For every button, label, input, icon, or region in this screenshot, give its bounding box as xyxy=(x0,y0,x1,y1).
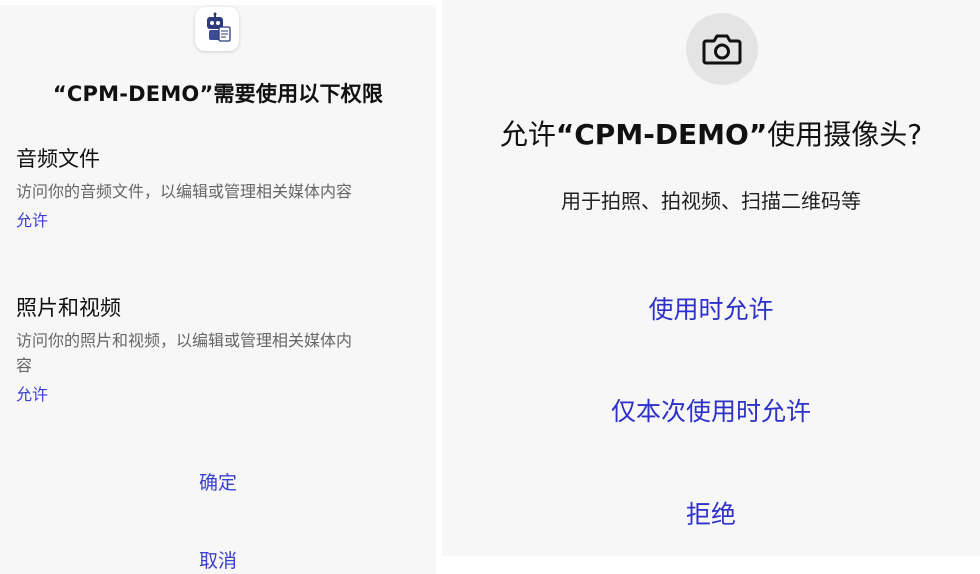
allow-only-this-time-button[interactable]: 仅本次使用时允许 xyxy=(442,392,980,428)
allow-while-using-button[interactable]: 使用时允许 xyxy=(442,290,980,326)
title-prefix: 允许 xyxy=(499,118,556,151)
confirm-button[interactable]: 确定 xyxy=(0,468,436,495)
bottom-strip xyxy=(442,556,980,574)
allow-photos-videos-button[interactable]: 允许 xyxy=(16,384,48,406)
group-description: 访问你的照片和视频，以编辑或管理相关媒体内容 xyxy=(16,331,353,375)
permission-group-photos-videos: 照片和视频 访问你的照片和视频，以编辑或管理相关媒体内容 允许 xyxy=(16,294,361,406)
group-heading: 音频文件 xyxy=(16,147,100,171)
allow-audio-button[interactable]: 允许 xyxy=(16,210,48,232)
camera-permission-subtitle: 用于拍照、拍视频、扫描二维码等 xyxy=(561,189,861,213)
camera-permission-title: 允许“CPM-DEMO”使用摄像头? xyxy=(442,113,980,153)
title-app-name: “CPM-DEMO” xyxy=(555,118,768,151)
cancel-button[interactable]: 取消 xyxy=(0,546,436,573)
group-heading: 照片和视频 xyxy=(16,296,121,320)
screen: “CPM-DEMO”需要使用以下权限 音频文件 访问你的音频文件，以编辑或管理相… xyxy=(0,0,980,574)
media-permission-dialog: “CPM-DEMO”需要使用以下权限 音频文件 访问你的音频文件，以编辑或管理相… xyxy=(0,5,436,574)
robot-app-icon xyxy=(195,7,239,51)
camera-permission-dialog: 允许“CPM-DEMO”使用摄像头? 用于拍照、拍视频、扫描二维码等 使用时允许… xyxy=(442,0,980,556)
deny-button[interactable]: 拒绝 xyxy=(442,495,980,531)
robot-icon xyxy=(207,12,231,42)
permission-group-audio: 音频文件 访问你的音频文件，以编辑或管理相关媒体内容 允许 xyxy=(16,145,361,232)
camera-icon-badge xyxy=(686,13,758,85)
title-suffix: 使用摄像头? xyxy=(767,118,923,151)
camera-icon xyxy=(702,34,742,65)
group-description: 访问你的音频文件，以编辑或管理相关媒体内容 xyxy=(16,182,353,201)
permission-title: “CPM-DEMO”需要使用以下权限 xyxy=(52,82,384,106)
